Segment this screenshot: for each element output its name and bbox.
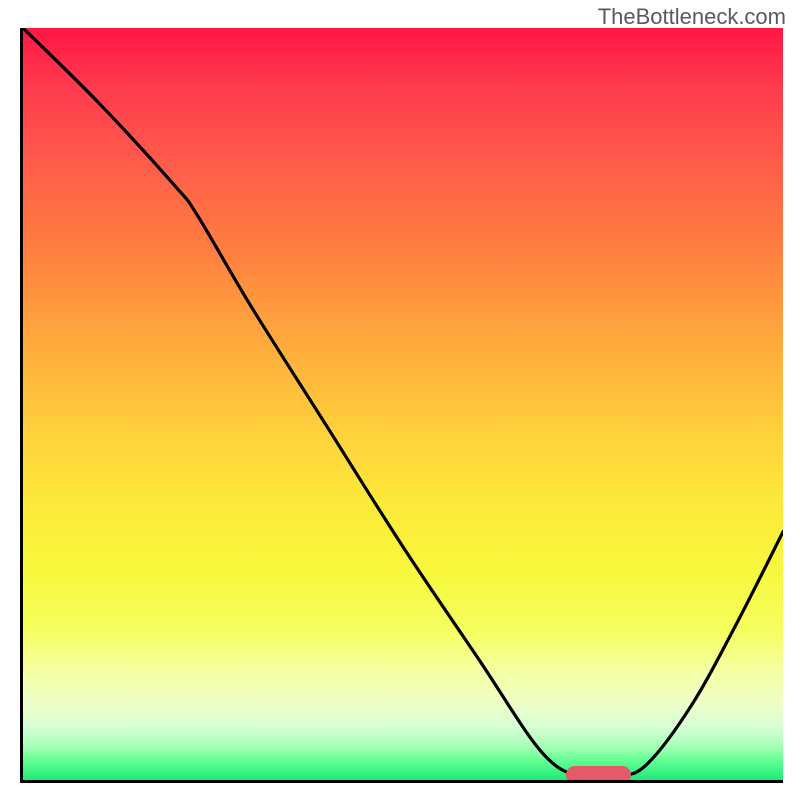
- curve-path: [23, 28, 783, 779]
- chart-container: TheBottleneck.com: [0, 0, 800, 800]
- bottleneck-curve: [23, 28, 783, 780]
- watermark-text: TheBottleneck.com: [598, 4, 786, 30]
- optimal-range-marker: [566, 766, 631, 783]
- plot-area: [20, 28, 783, 783]
